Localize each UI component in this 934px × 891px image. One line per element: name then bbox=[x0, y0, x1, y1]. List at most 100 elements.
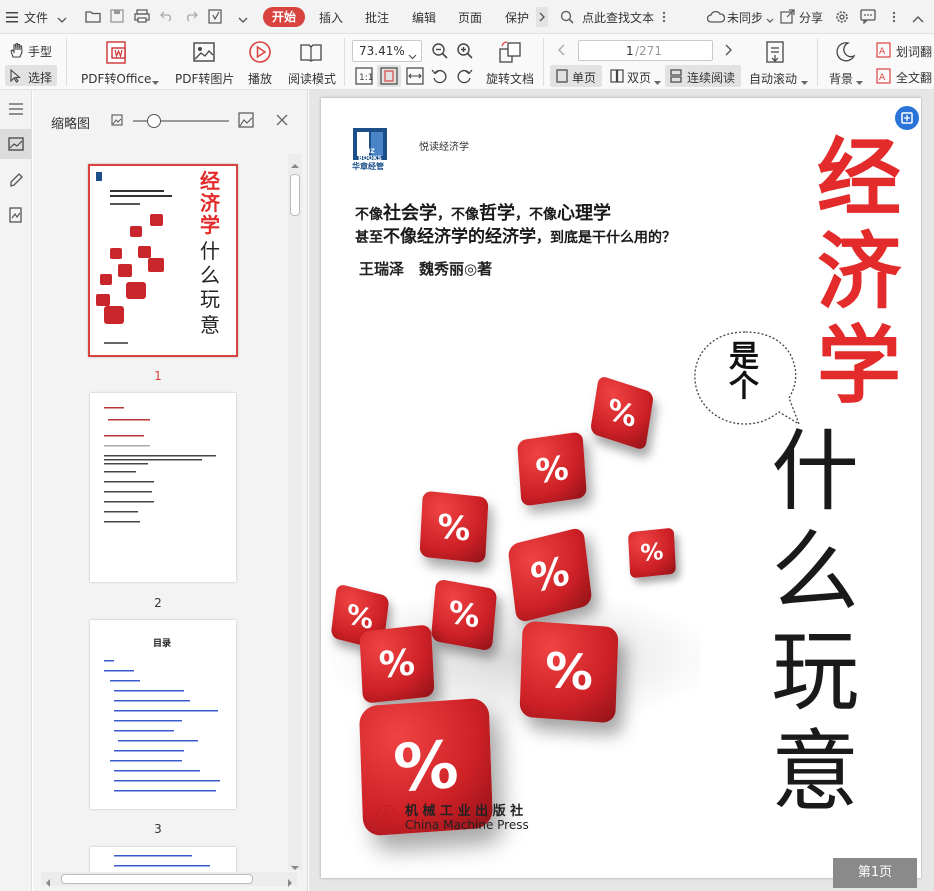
ribbon-toolbar: 手型 选择 PDF转Office PDF转图片 播放 阅读模式 73.41% 1… bbox=[0, 34, 934, 90]
tab-start[interactable]: 开始 bbox=[263, 7, 305, 27]
rotate-document-icon[interactable] bbox=[497, 40, 523, 67]
rotate-left-icon[interactable] bbox=[431, 67, 449, 88]
chevron-down-icon[interactable] bbox=[766, 13, 774, 27]
tab-edit[interactable]: 编辑 bbox=[412, 9, 436, 26]
file-menu[interactable]: 文件 bbox=[24, 9, 48, 26]
more-options-icon[interactable] bbox=[662, 11, 666, 26]
scroll-right-icon[interactable] bbox=[287, 876, 293, 890]
chevron-down-icon[interactable] bbox=[57, 13, 67, 27]
chevron-down-icon[interactable] bbox=[856, 75, 863, 89]
convert-icon[interactable] bbox=[208, 9, 224, 27]
more-options-icon[interactable] bbox=[892, 11, 896, 26]
tagline-line-2: 甚至不像经济学的经济学，到底是干什么用的？ bbox=[355, 222, 676, 247]
hand-tool-label[interactable]: 手型 bbox=[28, 43, 52, 60]
thumbnail-page-1[interactable]: 经 济 学 什 么 玩 意 bbox=[88, 164, 238, 357]
share-icon[interactable] bbox=[780, 9, 795, 27]
percent-die: % bbox=[507, 526, 593, 624]
undo-icon[interactable] bbox=[160, 10, 174, 25]
svg-text:学: 学 bbox=[200, 213, 220, 237]
outline-icon[interactable] bbox=[8, 101, 24, 120]
pdf-to-image-icon[interactable] bbox=[192, 41, 216, 66]
word-translate-button[interactable]: 划词翻 bbox=[896, 43, 932, 60]
tab-protect[interactable]: 保护 bbox=[505, 9, 529, 26]
pdf-to-office-button[interactable]: PDF转Office bbox=[81, 70, 151, 87]
thumbnail-hscrollbar-thumb[interactable] bbox=[61, 874, 253, 884]
document-view[interactable]: HZ BOOKS 华章经管 悦读经济学 不像社会学，不像哲学，不像心理学 甚至不… bbox=[309, 90, 934, 891]
double-page-button[interactable]: 双页 bbox=[627, 69, 651, 86]
divider bbox=[344, 38, 345, 86]
tab-insert[interactable]: 插入 bbox=[319, 9, 343, 26]
document-scrollbar[interactable] bbox=[922, 96, 932, 881]
print-icon[interactable] bbox=[134, 9, 150, 26]
full-text-translate-icon[interactable]: A bbox=[876, 68, 892, 87]
slider-handle[interactable] bbox=[147, 114, 161, 128]
title-char-yi: 意 bbox=[771, 720, 860, 823]
title-char-ji: 济 bbox=[817, 223, 902, 321]
scroll-up-icon[interactable] bbox=[291, 158, 299, 172]
feedback-icon[interactable] bbox=[860, 9, 876, 27]
page-number-field[interactable]: 1 /271 bbox=[578, 40, 713, 61]
svg-text:意: 意 bbox=[200, 313, 220, 337]
quick-tool-button[interactable] bbox=[895, 106, 919, 130]
auto-scroll-icon[interactable] bbox=[764, 40, 786, 67]
word-translate-icon[interactable]: A bbox=[876, 42, 892, 61]
pdf-to-office-icon[interactable] bbox=[104, 40, 132, 67]
tagline-emphasis: 哲学 bbox=[479, 203, 515, 224]
tab-comment[interactable]: 批注 bbox=[365, 9, 389, 26]
rotate-right-icon[interactable] bbox=[455, 67, 473, 88]
large-image-icon[interactable] bbox=[238, 112, 254, 131]
play-button[interactable]: 播放 bbox=[248, 70, 272, 87]
pdf-to-image-button[interactable]: PDF转图片 bbox=[175, 70, 234, 87]
next-page-icon[interactable] bbox=[725, 44, 733, 59]
chevron-down-icon[interactable] bbox=[152, 75, 159, 89]
cloud-sync-icon[interactable] bbox=[706, 10, 726, 26]
annotation-icon[interactable] bbox=[8, 172, 24, 191]
play-icon[interactable] bbox=[248, 40, 272, 67]
redo-icon[interactable] bbox=[184, 10, 198, 25]
search-icon[interactable] bbox=[560, 10, 574, 27]
thumbnail-page-2[interactable] bbox=[90, 393, 236, 582]
collapse-ribbon-icon[interactable] bbox=[912, 12, 924, 26]
moon-background-icon[interactable] bbox=[834, 41, 856, 66]
close-icon[interactable] bbox=[276, 114, 288, 129]
open-folder-icon[interactable] bbox=[85, 9, 101, 26]
thumbnail-page-3[interactable]: 目录 bbox=[90, 620, 236, 809]
tabs-scroll-right-icon[interactable] bbox=[536, 7, 548, 27]
background-button[interactable]: 背景 bbox=[829, 70, 853, 87]
search-input[interactable]: 点此查找文本 bbox=[582, 9, 654, 26]
thumbnail-icon bbox=[8, 136, 24, 155]
small-image-icon[interactable] bbox=[111, 114, 123, 129]
zoom-out-icon[interactable] bbox=[431, 42, 449, 63]
more-dropdown-icon[interactable] bbox=[238, 13, 248, 27]
share-button[interactable]: 分享 bbox=[799, 9, 823, 26]
thumbnail-scrollbar-thumb[interactable] bbox=[290, 174, 300, 216]
svg-text:1:1: 1:1 bbox=[359, 73, 373, 83]
scroll-left-icon[interactable] bbox=[45, 876, 51, 890]
hamburger-menu-icon[interactable] bbox=[6, 11, 18, 23]
thumbnail-scrollbar-track[interactable] bbox=[288, 154, 302, 870]
hand-tool-icon[interactable] bbox=[9, 42, 25, 61]
tab-page[interactable]: 页面 bbox=[458, 9, 482, 26]
svg-text:A: A bbox=[879, 47, 886, 57]
prev-page-icon[interactable] bbox=[557, 44, 565, 59]
svg-text:经: 经 bbox=[200, 169, 220, 193]
chevron-down-icon[interactable] bbox=[801, 75, 808, 89]
sync-status[interactable]: 未同步 bbox=[727, 9, 763, 26]
signature-icon[interactable] bbox=[8, 207, 24, 226]
reading-mode-button[interactable]: 阅读模式 bbox=[288, 70, 336, 87]
full-text-translate-button[interactable]: 全文翻 bbox=[896, 69, 932, 86]
svg-text:么: 么 bbox=[200, 263, 220, 287]
save-icon[interactable] bbox=[110, 9, 124, 26]
svg-text:什: 什 bbox=[200, 239, 220, 263]
double-page-icon[interactable] bbox=[610, 69, 624, 86]
reading-mode-icon[interactable] bbox=[299, 42, 323, 65]
fit-width-icon[interactable] bbox=[406, 67, 424, 88]
rotate-document-button[interactable]: 旋转文档 bbox=[486, 70, 534, 87]
actual-size-icon[interactable]: 1:1 bbox=[355, 67, 373, 88]
percent-die: % bbox=[419, 490, 489, 564]
auto-scroll-button[interactable]: 自动滚动 bbox=[749, 70, 797, 87]
chevron-down-icon[interactable] bbox=[654, 75, 661, 89]
zoom-select[interactable]: 73.41% bbox=[352, 40, 422, 62]
settings-icon[interactable] bbox=[834, 9, 850, 28]
zoom-in-icon[interactable] bbox=[456, 42, 474, 63]
